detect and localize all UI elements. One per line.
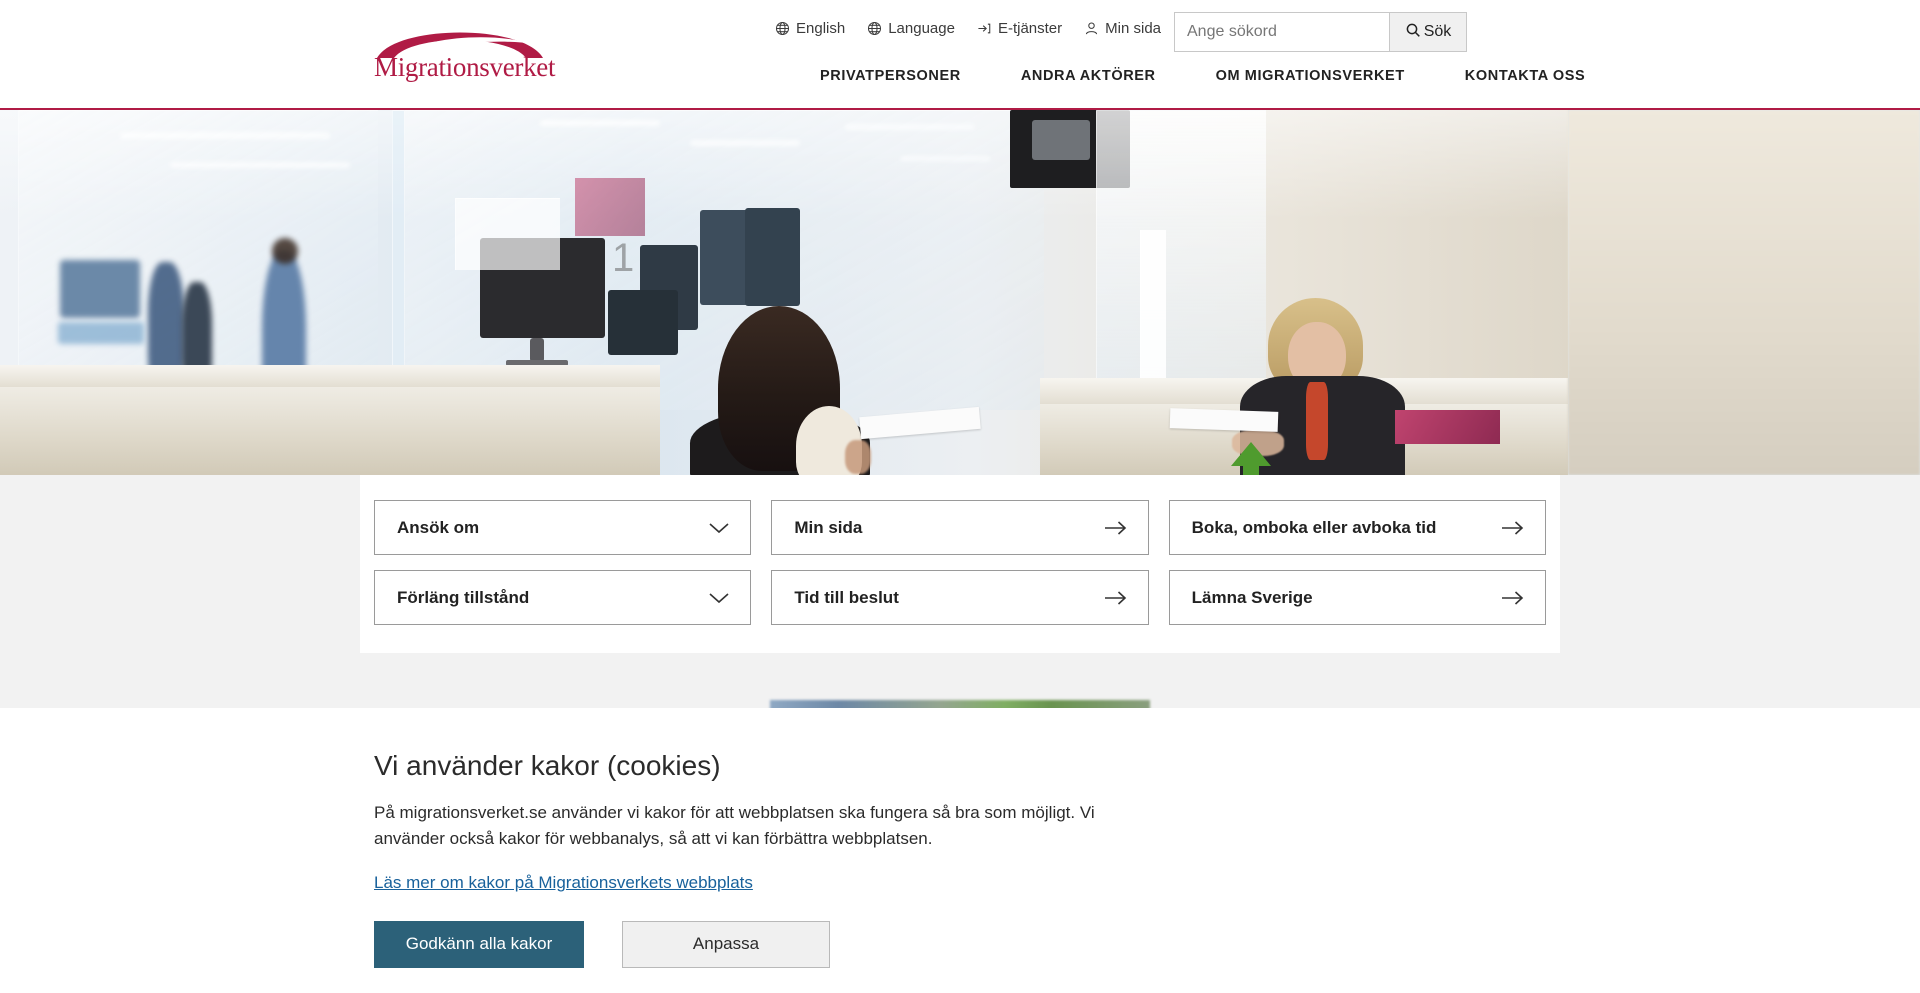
site-header: Migrationsverket English Language E-tjän… [0, 0, 1920, 108]
quick-links-grid: Ansök om Min sida Boka, omboka eller avb… [374, 500, 1546, 625]
card-label: Boka, omboka eller avboka tid [1191, 517, 1437, 537]
cookie-content: Vi använder kakor (cookies) På migration… [374, 750, 1554, 968]
accept-all-cookies-button[interactable]: Godkänn alla kakor [374, 920, 584, 968]
search-button-label: Sök [1423, 23, 1452, 40]
card-label: Tid till beslut [794, 587, 899, 607]
globe-icon [775, 21, 790, 36]
utility-item-language[interactable]: Language [867, 20, 955, 37]
customize-cookies-button[interactable]: Anpassa [622, 920, 830, 968]
arrow-right-icon [1501, 590, 1525, 606]
utility-item-etjanster[interactable]: E-tjänster [977, 20, 1062, 37]
main-navigation: PRIVATPERSONER ANDRA AKTÖRER OM MIGRATIO… [790, 68, 1615, 84]
hero-scene: 1 [0, 110, 1568, 475]
arrow-right-icon [1501, 520, 1525, 536]
nav-item-kontakta-oss[interactable]: KONTAKTA OSS [1435, 68, 1616, 84]
utility-item-min-sida[interactable]: Min sida [1084, 20, 1161, 37]
person-icon [1084, 21, 1099, 36]
card-label: Förläng tillstånd [397, 587, 530, 607]
green-arrow-icon [1231, 442, 1271, 475]
quick-links-panel: Ansök om Min sida Boka, omboka eller avb… [360, 475, 1560, 653]
login-arrow-icon [977, 21, 992, 36]
chevron-down-icon [708, 521, 730, 535]
chevron-down-icon [708, 591, 730, 605]
cookie-title: Vi använder kakor (cookies) [374, 750, 721, 781]
page-root: Migrationsverket English Language E-tjän… [0, 0, 1920, 993]
quick-link-tid-till-beslut[interactable]: Tid till beslut [771, 570, 1149, 625]
utility-nav: English Language E-tjänster Min sida [775, 20, 1161, 37]
search-icon [1405, 22, 1421, 43]
utility-label: Language [888, 20, 955, 37]
hero-banner: 1 [0, 108, 1920, 475]
utility-item-english[interactable]: English [775, 20, 845, 37]
arrow-right-icon [1104, 590, 1128, 606]
nav-item-om-migrationsverket[interactable]: OM MIGRATIONSVERKET [1186, 68, 1435, 84]
cookie-description: På migrationsverket.se använder vi kakor… [374, 803, 1095, 849]
nav-item-andra-aktorer[interactable]: ANDRA AKTÖRER [991, 68, 1186, 84]
quick-link-boka-tid[interactable]: Boka, omboka eller avboka tid [1168, 500, 1546, 555]
quick-link-min-sida[interactable]: Min sida [771, 500, 1149, 555]
cookie-consent-banner: Vi använder kakor (cookies) På migration… [0, 708, 1920, 993]
search-input[interactable] [1174, 12, 1389, 52]
utility-label: Min sida [1105, 20, 1162, 37]
nav-item-privatpersoner[interactable]: PRIVATPERSONER [790, 68, 991, 84]
card-label: Ansök om [397, 517, 480, 537]
search-submit-button[interactable]: Sök [1389, 12, 1467, 52]
search-form: Sök [1174, 12, 1467, 52]
arrow-right-icon [1104, 520, 1128, 536]
quick-link-forlang-tillstand[interactable]: Förläng tillstånd [374, 570, 752, 625]
utility-label: E-tjänster [997, 20, 1063, 37]
cookie-more-info-link[interactable]: Läs mer om kakor på Migrationsverkets we… [374, 873, 753, 893]
globe-icon [867, 21, 882, 36]
card-label: Min sida [794, 517, 863, 537]
logo-wordmark: Migrationsverket [374, 52, 556, 82]
quick-link-ansok-om[interactable]: Ansök om [374, 500, 752, 555]
hero-image: 1 [0, 110, 1920, 475]
cookie-actions: Godkänn alla kakor Anpassa [374, 920, 1554, 968]
card-label: Lämna Sverige [1191, 587, 1313, 607]
hero-right-edge [1568, 110, 1920, 475]
utility-label: English [796, 20, 846, 37]
quick-link-lamna-sverige[interactable]: Lämna Sverige [1168, 570, 1546, 625]
site-logo[interactable]: Migrationsverket [374, 18, 556, 82]
